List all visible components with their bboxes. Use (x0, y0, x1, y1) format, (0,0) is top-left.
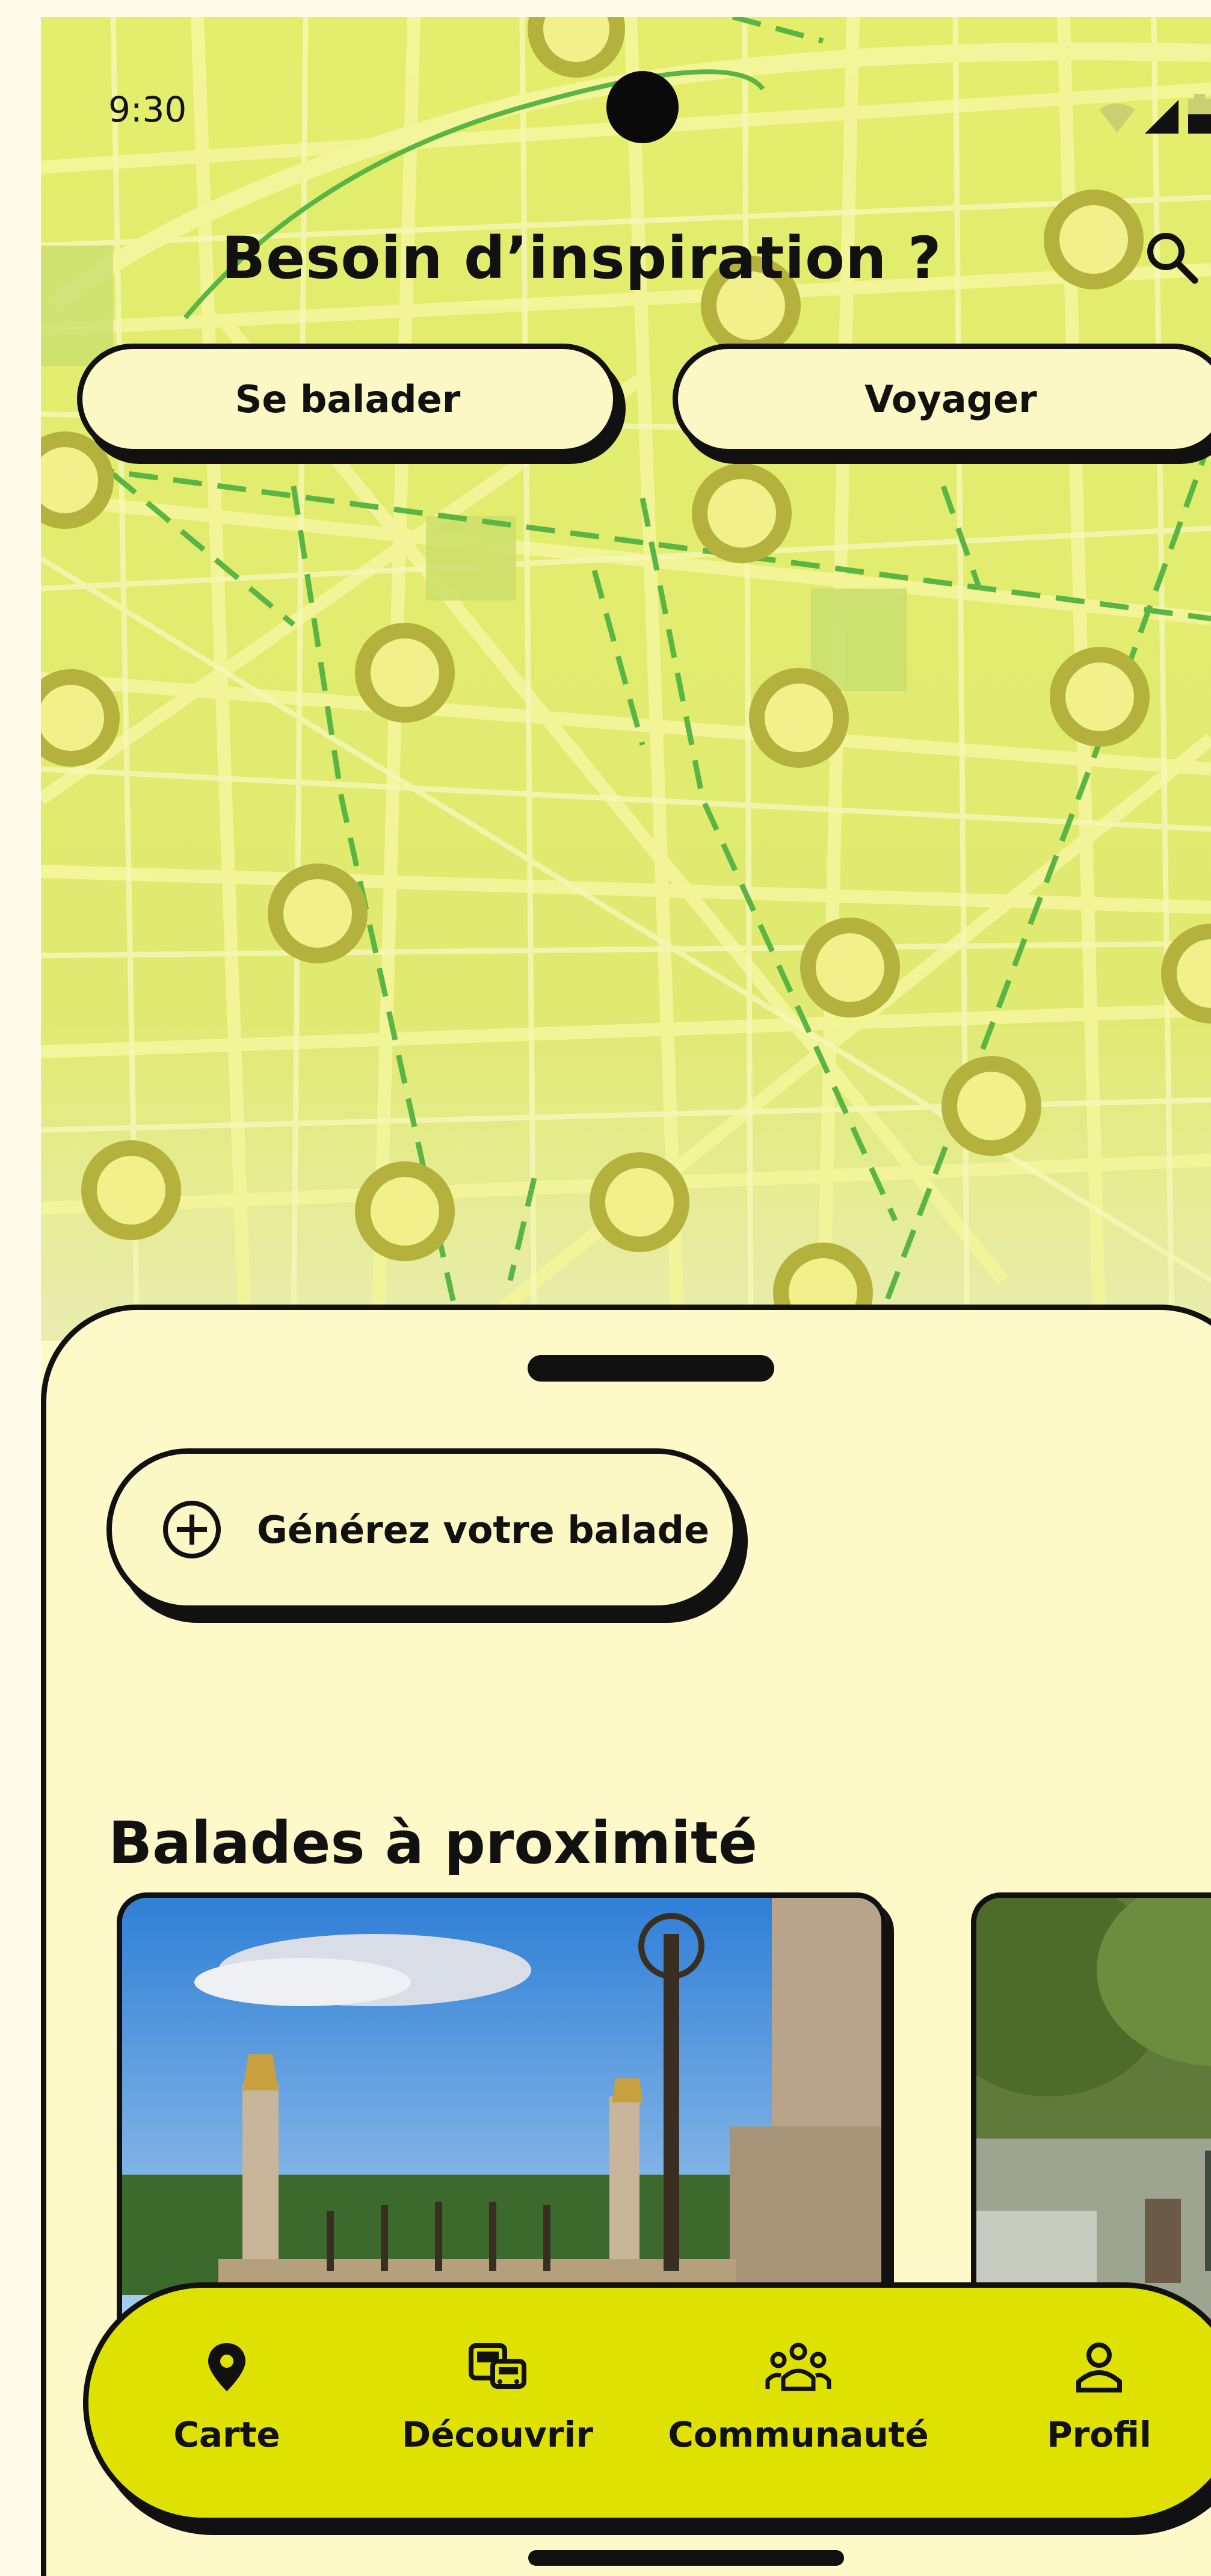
drag-handle[interactable] (528, 1355, 774, 1382)
community-icon (765, 2343, 831, 2391)
page-title: Besoin d’inspiration ? (221, 224, 942, 292)
bus-icon (469, 2343, 526, 2389)
add-circle-icon (163, 1501, 221, 1558)
search-icon[interactable] (1142, 227, 1202, 288)
status-bar: 9:30 (41, 17, 1211, 143)
generate-walk-button[interactable]: Générez votre balade (106, 1448, 738, 1611)
status-time: 9:30 (108, 89, 187, 130)
travel-button[interactable]: Voyager (673, 344, 1211, 454)
map-pin-icon (208, 2343, 245, 2391)
nav-item-profil[interactable]: Profil (973, 2288, 1211, 2516)
wifi-icon (1099, 103, 1135, 132)
nav-label: Communauté (668, 2414, 929, 2455)
battery-icon (1188, 94, 1211, 134)
nav-label: Carte (173, 2414, 280, 2455)
app-screen: 9:30 Besoin d’inspiration ? Se balader V… (41, 17, 1211, 2576)
camera-cutout (606, 71, 679, 143)
bottom-navigation: Carte Découvrir Communauté Profil (83, 2282, 1211, 2523)
section-title-nearby: Balades à proximité (108, 1809, 758, 1877)
home-indicator (528, 2550, 844, 2566)
nav-item-decouvrir[interactable]: Découvrir (371, 2288, 624, 2516)
nav-item-carte[interactable]: Carte (100, 2288, 353, 2516)
walk-button[interactable]: Se balader (77, 344, 618, 454)
nav-item-communaute[interactable]: Communauté (668, 2288, 929, 2516)
nav-label: Profil (1047, 2414, 1151, 2455)
user-icon (1076, 2343, 1122, 2392)
status-icons (1099, 94, 1211, 134)
map-view[interactable] (41, 17, 1211, 1341)
generate-walk-label: Générez votre balade (257, 1507, 710, 1552)
signal-icon (1145, 100, 1179, 134)
nav-label: Découvrir (402, 2414, 593, 2455)
